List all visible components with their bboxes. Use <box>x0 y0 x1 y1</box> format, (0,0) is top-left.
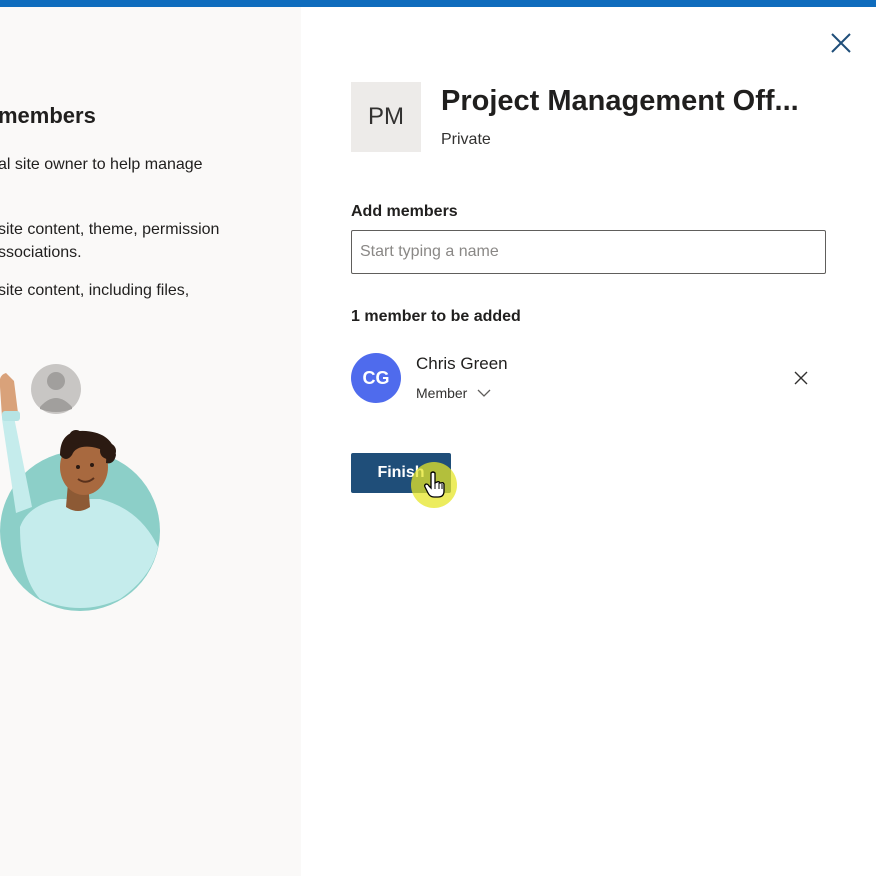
site-logo-tile: PM <box>351 82 421 152</box>
avatar: CG <box>351 353 401 403</box>
add-members-input[interactable] <box>351 230 826 274</box>
site-name: Project Management Off... <box>441 85 799 117</box>
member-list-item: CG Chris Green Member <box>351 350 821 410</box>
remove-icon <box>794 371 808 385</box>
info-text-line-3: ssociations. <box>0 244 82 261</box>
close-icon <box>831 33 851 53</box>
info-text-line-2: site content, theme, permission <box>0 221 220 238</box>
info-text-line-1: al site owner to help manage <box>0 156 203 173</box>
info-title: members <box>0 103 96 128</box>
finish-button[interactable]: Finish <box>351 453 451 493</box>
members-count-label: 1 member to be added <box>351 308 521 325</box>
add-members-label: Add members <box>351 203 458 220</box>
top-accent-bar <box>0 0 876 7</box>
chevron-down-icon <box>477 389 491 397</box>
person-waving-illustration <box>0 364 160 611</box>
close-button[interactable] <box>822 26 860 60</box>
site-privacy: Private <box>441 131 491 148</box>
placeholder-avatar-icon <box>31 364 81 414</box>
info-pane: members al site owner to help manage sit… <box>0 7 301 876</box>
member-name: Chris Green <box>416 354 508 373</box>
info-text-line-4: site content, including files, <box>0 282 190 299</box>
role-label: Member <box>416 385 468 401</box>
role-dropdown[interactable]: Member <box>416 382 491 404</box>
remove-member-button[interactable] <box>789 366 813 390</box>
